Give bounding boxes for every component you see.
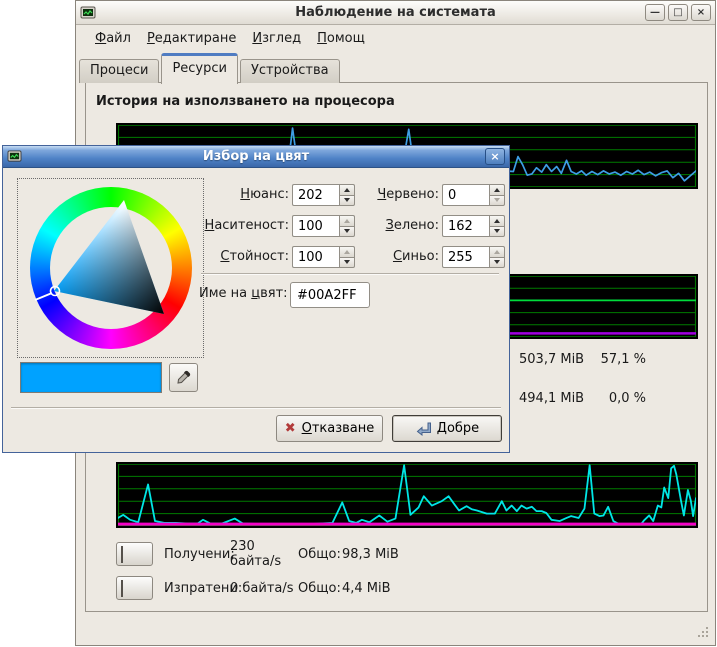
color-name-input[interactable] — [290, 282, 370, 308]
maximize-icon: □ — [673, 8, 682, 18]
color-preview — [20, 362, 162, 393]
red-decrement-button[interactable] — [489, 195, 505, 207]
statusbar — [76, 613, 715, 645]
cancel-button[interactable]: ✖ Отказване — [276, 415, 383, 442]
saturation-label: Наситеност: — [201, 215, 289, 237]
main-window-title: Наблюдение на системата — [76, 5, 715, 20]
sent-color-button[interactable] — [116, 576, 153, 600]
saturation-value-triangle[interactable] — [18, 179, 203, 357]
received-rate: 230 байта/s — [230, 539, 298, 569]
dialog-title: Избор на цвят — [3, 149, 509, 164]
blue-decrement-button[interactable] — [489, 257, 505, 269]
desktop: Наблюдение на системата — □ × Файл Редак… — [0, 0, 717, 647]
blue-label: Синьо: — [366, 246, 439, 268]
buttons-separator — [11, 407, 501, 409]
sent-total: 4,4 MiB — [342, 581, 391, 596]
network-sent-row: Изпратени: 0 байта/s Общо: 4,4 MiB — [116, 576, 391, 600]
minimize-button[interactable]: — — [645, 4, 665, 21]
menu-help[interactable]: Помощ — [310, 29, 372, 48]
cancel-label: Отказване — [302, 421, 375, 436]
color-name-label: Име на цвят: — [199, 286, 285, 301]
ok-button[interactable]: Добре — [392, 415, 502, 442]
menu-file[interactable]: Файл — [88, 29, 138, 48]
red-label: Червено: — [366, 184, 439, 206]
saturation-input[interactable] — [292, 215, 339, 237]
hue-label: Нюанс: — [201, 184, 289, 206]
sent-total-label: Общо: — [298, 581, 342, 596]
ok-enter-arrow-icon — [415, 421, 431, 436]
value-spinner — [292, 246, 355, 268]
network-received-row: Получени: 230 байта/s Общо: 98,3 MiB — [116, 542, 399, 566]
value-decrement-button[interactable] — [339, 257, 355, 269]
maximize-button[interactable]: □ — [668, 4, 688, 21]
green-decrement-button[interactable] — [489, 226, 505, 238]
network-history-chart — [116, 462, 698, 528]
tabstrip: Процеси Ресурси Устройства — [79, 51, 342, 83]
hue-increment-button[interactable] — [339, 184, 355, 195]
received-label: Получени: — [164, 547, 230, 562]
swap-value: 494,1 MiB — [519, 391, 584, 407]
hue-spinner — [292, 184, 355, 206]
dialog-titlebar[interactable]: Избор на цвят × — [3, 146, 509, 168]
ok-label: Добре — [437, 421, 479, 436]
blue-increment-button[interactable] — [489, 246, 505, 257]
green-input[interactable] — [442, 215, 489, 237]
resize-grip[interactable] — [697, 626, 709, 638]
main-titlebar[interactable]: Наблюдение на системата — □ × — [76, 1, 715, 25]
sent-rate: 0 байта/s — [230, 581, 298, 596]
tab-resources[interactable]: Ресурси — [161, 53, 238, 84]
received-total: 98,3 MiB — [342, 547, 399, 562]
value-label: Стойност: — [201, 246, 289, 268]
hue-decrement-button[interactable] — [339, 195, 355, 207]
green-increment-button[interactable] — [489, 215, 505, 226]
red-spinner — [442, 184, 505, 206]
value-increment-button[interactable] — [339, 246, 355, 257]
sent-label: Изпратени: — [164, 581, 230, 596]
blue-input[interactable] — [442, 246, 489, 268]
hue-marker — [35, 293, 52, 300]
red-input[interactable] — [442, 184, 489, 206]
swap-legend-row: 494,1 MiB 0,0 % — [519, 391, 646, 407]
blue-spinner — [442, 246, 505, 268]
color-wheel-area[interactable] — [17, 178, 204, 358]
color-picker-dialog: Избор на цвят × — [2, 145, 510, 453]
cpu-history-heading: История на използването на процесора — [96, 94, 395, 109]
menu-view[interactable]: Изглед — [245, 29, 308, 48]
dialog-app-icon — [7, 149, 25, 165]
cancel-x-icon: ✖ — [285, 422, 296, 435]
value-input[interactable] — [292, 246, 339, 268]
received-color-button[interactable] — [116, 542, 153, 566]
close-icon: × — [697, 8, 705, 18]
dialog-close-icon: × — [490, 151, 499, 162]
tab-devices[interactable]: Устройства — [240, 59, 340, 83]
memory-value: 503,7 MiB — [519, 352, 584, 368]
memory-percent: 57,1 % — [601, 352, 646, 368]
dialog-close-button[interactable]: × — [485, 148, 505, 165]
saturation-increment-button[interactable] — [339, 215, 355, 226]
eyedropper-button[interactable] — [169, 363, 198, 392]
saturation-decrement-button[interactable] — [339, 226, 355, 238]
menu-edit[interactable]: Редактиране — [140, 29, 243, 48]
eyedropper-icon — [175, 369, 192, 386]
system-monitor-app-icon — [80, 5, 98, 21]
green-spinner — [442, 215, 505, 237]
sent-color-swatch — [121, 580, 123, 597]
green-label: Зелено: — [366, 215, 439, 237]
close-button[interactable]: × — [691, 4, 711, 21]
red-increment-button[interactable] — [489, 184, 505, 195]
hue-input[interactable] — [292, 184, 339, 206]
menubar: Файл Редактиране Изглед Помощ — [76, 26, 715, 51]
memory-legend-row: 503,7 MiB 57,1 % — [519, 352, 646, 368]
received-color-swatch — [121, 546, 123, 563]
saturation-spinner — [292, 215, 355, 237]
fields-separator — [201, 273, 499, 275]
swap-percent: 0,0 % — [609, 391, 646, 407]
tab-processes[interactable]: Процеси — [79, 59, 159, 83]
received-total-label: Общо: — [298, 547, 342, 562]
minimize-icon: — — [650, 8, 660, 18]
